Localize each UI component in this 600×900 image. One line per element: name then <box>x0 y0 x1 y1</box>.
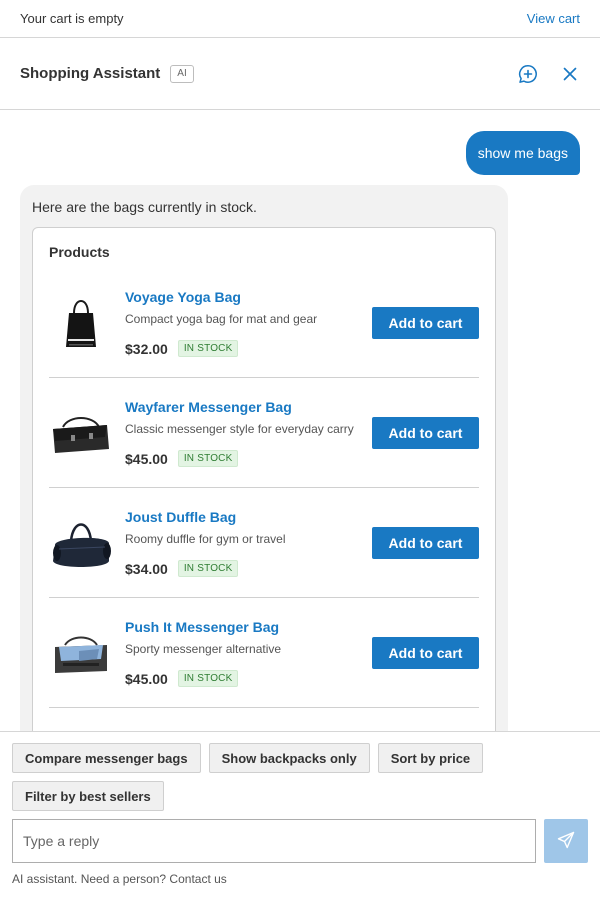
close-icon[interactable] <box>560 64 580 84</box>
product-info: Joust Duffle Bag Roomy duffle for gym or… <box>125 508 372 577</box>
assistant-message: Here are the bags currently in stock. Pr… <box>20 185 508 731</box>
header-actions <box>518 64 580 84</box>
product-info: Voyage Yoga Bag Compact yoga bag for mat… <box>125 288 372 357</box>
products-heading: Products <box>49 244 110 260</box>
product-name-link[interactable]: Push It Messenger Bag <box>125 618 372 636</box>
stock-badge: IN STOCK <box>177 340 239 357</box>
send-button[interactable] <box>544 819 588 863</box>
product-price: $45.00 <box>125 450 168 467</box>
assistant-intro-text: Here are the bags currently in stock. <box>32 199 257 215</box>
product-meta: $32.00 IN STOCK <box>125 340 372 357</box>
product-info: Wayfarer Messenger Bag Classic messenger… <box>125 398 372 467</box>
view-cart-link[interactable]: View cart <box>527 11 580 26</box>
ai-badge: AI <box>170 64 194 83</box>
add-to-cart-button[interactable]: Add to cart <box>372 526 479 559</box>
product-item: Push It Messenger Bag Sporty messenger a… <box>49 598 479 708</box>
product-name-link[interactable]: Joust Duffle Bag <box>125 508 372 526</box>
product-item: Voyage Yoga Bag Compact yoga bag for mat… <box>49 268 479 378</box>
products-card: Products Voyage Yoga Bag Compact yoga ba… <box>32 227 496 731</box>
stock-badge: IN STOCK <box>177 450 239 467</box>
suggestion-chip[interactable]: Compare messenger bags <box>12 743 201 773</box>
product-description: Sporty messenger alternative <box>125 642 282 656</box>
add-to-cart-button[interactable]: Add to cart <box>372 416 479 449</box>
assistant-title: Shopping Assistant <box>20 65 161 82</box>
product-price: $32.00 <box>125 340 168 357</box>
product-price: $45.00 <box>125 670 168 687</box>
product-info: Push It Messenger Bag Sporty messenger a… <box>125 618 372 687</box>
cart-bar: Your cart is empty View cart <box>0 0 600 38</box>
stock-badge: IN STOCK <box>177 670 239 687</box>
product-image[interactable] <box>49 621 113 685</box>
assistant-footnote: AI assistant. Need a person? Contact us <box>12 872 227 886</box>
reply-input[interactable] <box>12 819 536 863</box>
product-image[interactable] <box>49 511 113 575</box>
suggestion-chip[interactable]: Show backpacks only <box>208 743 370 773</box>
new-chat-icon[interactable] <box>518 64 538 84</box>
product-image[interactable] <box>49 401 113 465</box>
suggestion-chip[interactable]: Sort by price <box>377 743 484 773</box>
stock-badge: IN STOCK <box>177 560 239 577</box>
product-price: $34.00 <box>125 560 168 577</box>
send-icon <box>557 831 575 852</box>
product-description: Compact yoga bag for mat and gear <box>125 312 318 326</box>
add-to-cart-button[interactable]: Add to cart <box>372 306 479 339</box>
product-meta: $34.00 IN STOCK <box>125 560 372 577</box>
product-item: Joust Duffle Bag Roomy duffle for gym or… <box>49 488 479 598</box>
product-description: Roomy duffle for gym or travel <box>125 532 286 546</box>
add-to-cart-button[interactable]: Add to cart <box>372 636 479 669</box>
product-name-link[interactable]: Wayfarer Messenger Bag <box>125 398 372 416</box>
suggestion-chip[interactable]: Filter by best sellers <box>12 781 164 811</box>
product-description: Classic messenger style for everyday car… <box>125 422 354 436</box>
assistant-header: Shopping Assistant AI <box>0 38 600 110</box>
user-message: show me bags <box>465 131 580 175</box>
product-image[interactable] <box>49 291 113 355</box>
product-meta: $45.00 IN STOCK <box>125 670 372 687</box>
product-meta: $45.00 IN STOCK <box>125 450 372 467</box>
suggestion-chips: Compare messenger bags Show backpacks on… <box>12 743 592 811</box>
chat-transcript[interactable]: show me bags Here are the bags currently… <box>0 111 600 731</box>
cart-status-text: Your cart is empty <box>20 11 124 26</box>
product-name-link[interactable]: Voyage Yoga Bag <box>125 288 372 306</box>
composer-panel: Compare messenger bags Show backpacks on… <box>0 731 600 900</box>
product-item: Wayfarer Messenger Bag Classic messenger… <box>49 378 479 488</box>
